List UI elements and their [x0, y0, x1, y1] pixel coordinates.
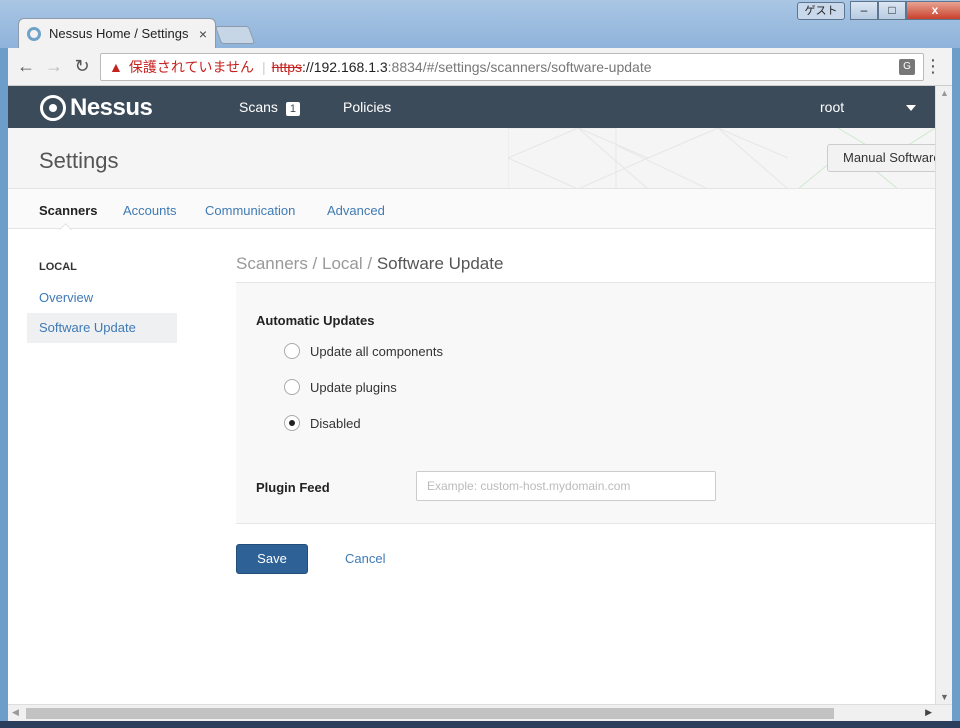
sidebar-item-software-update[interactable]: Software Update	[27, 313, 177, 343]
browser-tab-active[interactable]: Nessus Home / Settings ×	[18, 18, 216, 48]
radio-label: Disabled	[310, 415, 361, 431]
url-scheme: https	[271, 59, 303, 75]
radio-circle-selected[interactable]	[284, 415, 300, 431]
plugin-feed-input[interactable]	[416, 471, 716, 501]
cancel-link[interactable]: Cancel	[345, 551, 385, 566]
browser-titlebar: Nessus Home / Settings × ゲスト ‒ □ x	[0, 0, 960, 48]
browser-toolbar: ← → ↻ ▲ 保護されていません | https://192.168.1.3:…	[8, 48, 952, 86]
window-controls: ‒ □ x	[850, 1, 960, 20]
scroll-up-arrow-icon[interactable]: ▲	[940, 88, 949, 98]
manual-software-update-button[interactable]: Manual Software Update	[827, 144, 935, 172]
radio-update-all-components[interactable]: Update all components	[284, 343, 443, 359]
logo-text: Nessus	[70, 94, 153, 121]
nav-policies[interactable]: Policies	[343, 99, 391, 115]
breadcrumb-scanners[interactable]: Scanners	[236, 254, 308, 273]
nessus-logo[interactable]: Nessus	[40, 94, 153, 122]
browser-menu-icon[interactable]: ⋮	[924, 56, 942, 77]
horizontal-scroll-thumb[interactable]	[26, 708, 834, 719]
tab-accounts[interactable]: Accounts	[123, 203, 176, 218]
tab-scanners[interactable]: Scanners	[39, 203, 98, 218]
vertical-scrollbar[interactable]: ▲ ▼	[935, 86, 952, 704]
top-navigation: Nessus Scans 1 Policies root	[8, 86, 935, 128]
nav-scans[interactable]: Scans 1	[239, 99, 301, 116]
forward-arrow-icon[interactable]: →	[42, 56, 66, 77]
page-content: Nessus Scans 1 Policies root Settings Man…	[8, 86, 935, 704]
tab-advanced[interactable]: Advanced	[327, 203, 385, 218]
nessus-favicon-icon	[27, 26, 41, 41]
translate-icon[interactable]: G	[899, 59, 915, 75]
settings-header: Settings Manual Software Update	[8, 128, 935, 189]
url-path: :8834/#/settings/scanners/software-updat…	[387, 59, 652, 75]
warning-triangle-icon[interactable]: ▲	[109, 59, 123, 75]
save-button[interactable]: Save	[236, 544, 308, 574]
scroll-right-arrow-icon[interactable]: ▶	[925, 707, 932, 718]
minimize-button[interactable]: ‒	[850, 1, 878, 20]
window-close-button[interactable]: x	[906, 1, 960, 20]
address-bar[interactable]: ▲ 保護されていません | https://192.168.1.3:8834/#…	[100, 53, 924, 81]
reload-icon[interactable]: ↻	[70, 56, 94, 77]
not-secure-label[interactable]: 保護されていません	[129, 57, 254, 77]
user-menu-caret-icon[interactable]	[906, 105, 916, 111]
breadcrumb-local[interactable]: Local	[322, 254, 363, 273]
back-arrow-icon[interactable]: ←	[14, 56, 38, 77]
radio-circle[interactable]	[284, 343, 300, 359]
tab-title: Nessus Home / Settings	[49, 26, 189, 41]
automatic-updates-label: Automatic Updates	[256, 313, 375, 328]
breadcrumb: Scanners / Local / Software Update	[236, 254, 503, 274]
scroll-left-arrow-icon[interactable]: ◀	[12, 707, 19, 718]
url-host: ://192.168.1.3	[302, 59, 388, 75]
sidebar-heading: LOCAL	[39, 261, 77, 273]
tab-communication[interactable]: Communication	[205, 203, 295, 218]
software-update-form: Automatic Updates Update all components …	[236, 283, 935, 524]
page-title: Settings	[39, 148, 119, 173]
radio-label: Update all components	[310, 343, 443, 359]
nessus-logo-icon	[40, 95, 66, 121]
os-taskbar	[0, 721, 960, 728]
plugin-feed-label: Plugin Feed	[256, 480, 330, 495]
address-separator: |	[262, 59, 266, 75]
radio-update-plugins[interactable]: Update plugins	[284, 379, 397, 395]
radio-disabled[interactable]: Disabled	[284, 415, 361, 431]
horizontal-scrollbar[interactable]: ◀ ▶	[8, 704, 952, 721]
nav-scans-label: Scans	[239, 99, 278, 115]
breadcrumb-separator: /	[307, 254, 322, 273]
scroll-down-arrow-icon[interactable]: ▼	[940, 692, 949, 702]
radio-circle[interactable]	[284, 379, 300, 395]
tab-close-icon[interactable]: ×	[199, 26, 207, 42]
breadcrumb-separator: /	[362, 254, 377, 273]
new-tab-button[interactable]	[214, 26, 256, 44]
sidebar-item-overview[interactable]: Overview	[27, 283, 177, 313]
scans-count-badge: 1	[285, 102, 301, 116]
maximize-button[interactable]: □	[878, 1, 906, 20]
settings-subtabs: Scanners Accounts Communication Advanced	[8, 189, 935, 229]
guest-profile-button[interactable]: ゲスト	[797, 2, 845, 20]
user-menu[interactable]: root	[820, 99, 844, 115]
breadcrumb-current: Software Update	[376, 254, 504, 273]
radio-label: Update plugins	[310, 379, 397, 395]
